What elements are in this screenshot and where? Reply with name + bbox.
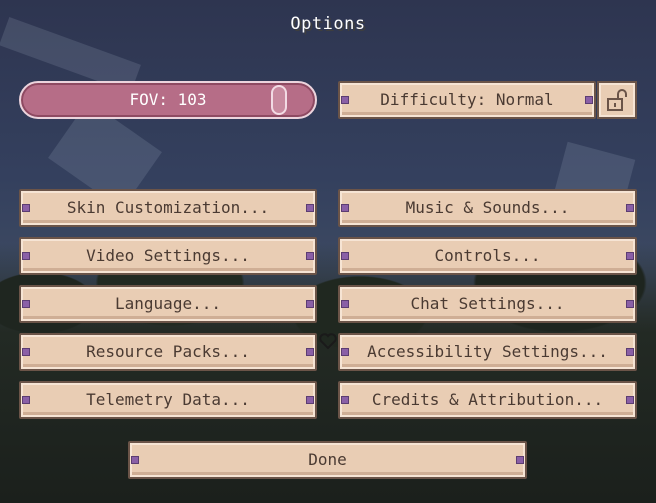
language-button[interactable]: Language...	[19, 285, 317, 323]
music-sounds-label: Music & Sounds...	[405, 198, 570, 217]
telemetry-data-label: Telemetry Data...	[86, 390, 250, 409]
screen-title: Options	[290, 14, 366, 34]
credits-attribution-label: Credits & Attribution...	[371, 390, 604, 409]
chat-settings-button[interactable]: Chat Settings...	[338, 285, 637, 323]
difficulty-button-label: Difficulty: Normal	[380, 90, 554, 109]
difficulty-button[interactable]: Difficulty: Normal	[338, 81, 596, 119]
music-sounds-button[interactable]: Music & Sounds...	[338, 189, 637, 227]
unlocked-padlock-icon	[607, 89, 627, 111]
done-button[interactable]: Done	[128, 441, 527, 479]
skin-customization-button[interactable]: Skin Customization...	[19, 189, 317, 227]
resource-packs-button[interactable]: Resource Packs...	[19, 333, 317, 371]
fov-slider[interactable]: FOV: 103	[19, 81, 317, 119]
skin-customization-label: Skin Customization...	[66, 198, 270, 217]
accessibility-settings-label: Accessibility Settings...	[367, 342, 608, 361]
chat-settings-label: Chat Settings...	[410, 294, 565, 313]
heart-outline-icon	[319, 333, 337, 350]
fov-slider-handle[interactable]	[271, 85, 288, 115]
controls-button[interactable]: Controls...	[338, 237, 637, 275]
accessibility-settings-button[interactable]: Accessibility Settings...	[338, 333, 637, 371]
difficulty-lock-button[interactable]	[597, 81, 637, 119]
video-settings-button[interactable]: Video Settings...	[19, 237, 317, 275]
fov-slider-label: FOV: 103	[129, 90, 207, 109]
language-label: Language...	[115, 294, 221, 313]
resource-packs-label: Resource Packs...	[86, 342, 250, 361]
video-settings-label: Video Settings...	[86, 246, 250, 265]
controls-label: Controls...	[434, 246, 541, 265]
telemetry-data-button[interactable]: Telemetry Data...	[19, 381, 317, 419]
done-button-label: Done	[308, 450, 347, 469]
credits-attribution-button[interactable]: Credits & Attribution...	[338, 381, 637, 419]
